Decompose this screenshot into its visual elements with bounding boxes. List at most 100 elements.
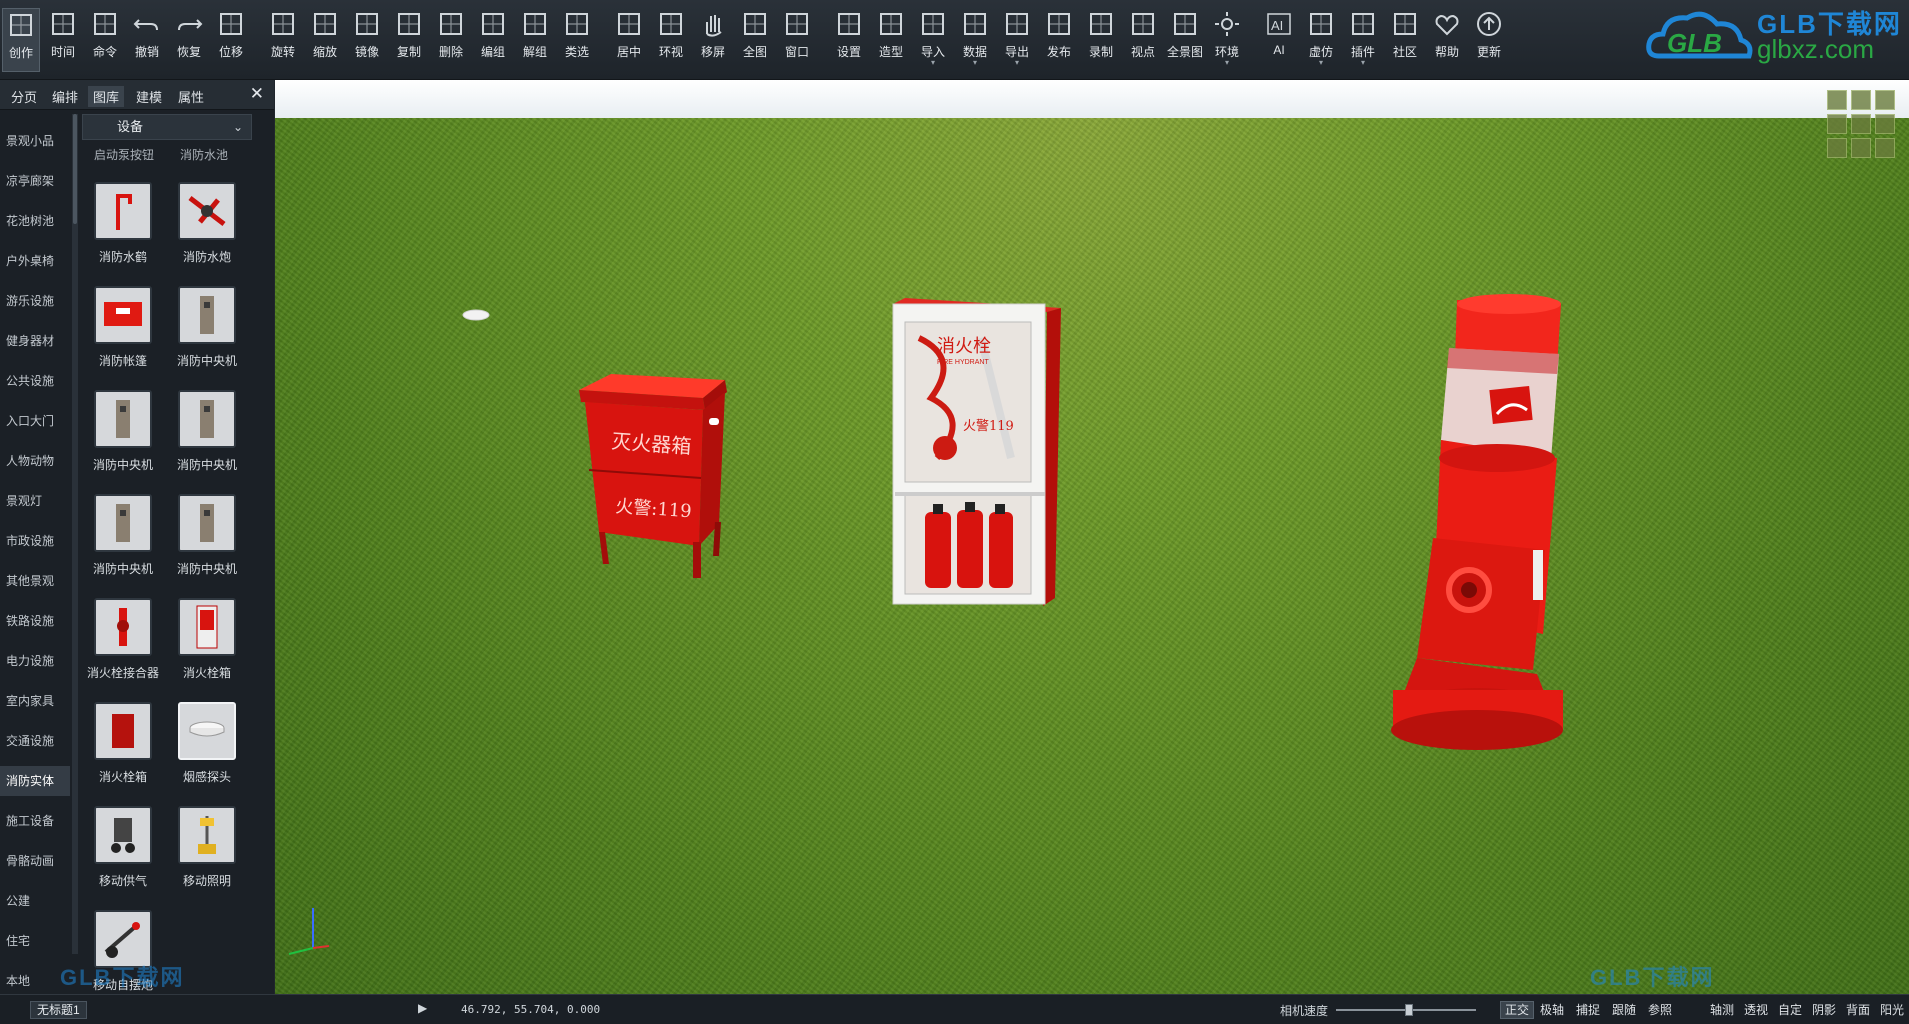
category-item[interactable]: 公共设施 — [0, 366, 70, 396]
toolbar-full-button[interactable]: 全图 — [736, 8, 774, 72]
model-item[interactable]: 消防水炮 — [164, 182, 244, 282]
category-item[interactable]: 凉亭廊架 — [0, 166, 70, 196]
view-top-right-icon[interactable] — [1875, 90, 1895, 110]
category-item[interactable]: 市政设施 — [0, 526, 70, 556]
toolbar-ungroup-button[interactable]: 解组 — [516, 8, 554, 72]
status-toggle-button[interactable]: 参照 — [1644, 1001, 1676, 1019]
tab-pages[interactable]: 分页 — [6, 86, 42, 107]
toolbar-viewpoint-button[interactable]: 视点 — [1124, 8, 1162, 72]
status-toggle-button[interactable]: 捕捉 — [1572, 1001, 1604, 1019]
category-item[interactable]: 户外桌椅 — [0, 246, 70, 276]
view-bottom-right-icon[interactable] — [1875, 138, 1895, 158]
category-item[interactable]: 景观小品 — [0, 126, 70, 156]
toolbar-orbit-button[interactable]: 环视 — [652, 8, 690, 72]
toolbar-settings-button[interactable]: 设置 — [830, 8, 868, 72]
toolbar-rotate-button[interactable]: 旋转 — [264, 8, 302, 72]
category-item[interactable]: 施工设备 — [0, 806, 70, 836]
category-item[interactable]: 交通设施 — [0, 726, 70, 756]
toolbar-select-type-button[interactable]: 类选 — [558, 8, 596, 72]
category-item[interactable]: 住宅 — [0, 926, 70, 956]
toolbar-shape-button[interactable]: 造型 — [872, 8, 910, 72]
model-item[interactable]: 移动供气 — [80, 806, 160, 906]
toolbar-pan-button[interactable]: 移屏 — [694, 8, 732, 72]
model-item[interactable]: 消防中央机 — [164, 494, 244, 594]
category-item[interactable]: 花池树池 — [0, 206, 70, 236]
model-item[interactable]: 移动照明 — [164, 806, 244, 906]
toolbar-undo-button[interactable]: 撤销 — [128, 8, 166, 72]
category-item[interactable]: 入口大门 — [0, 406, 70, 436]
status-toggle-button[interactable]: 透视 — [1740, 1001, 1772, 1019]
toolbar-plugin-button[interactable]: 插件 ▾ — [1344, 8, 1382, 72]
tab-modeling[interactable]: 建模 — [131, 86, 167, 107]
status-toggle-button[interactable]: 极轴 — [1536, 1001, 1568, 1019]
view-left-icon[interactable] — [1827, 114, 1847, 134]
3d-viewport[interactable]: 灭火器箱 火警:119 消火栓 FIRE HYDRANT 火警119 — [275, 80, 1909, 994]
status-toggle-button[interactable]: 阳光 — [1876, 1001, 1908, 1019]
model-item[interactable]: 消火栓箱 — [80, 702, 160, 802]
toolbar-create-button[interactable]: 创作 — [2, 8, 40, 72]
extinguisher-box-model[interactable]: 灭火器箱 火警:119 — [575, 372, 745, 592]
view-front-icon[interactable] — [1851, 114, 1871, 134]
status-toggle-button[interactable]: 正交 — [1500, 1001, 1535, 1019]
model-item[interactable]: 消防中央机 — [164, 286, 244, 386]
toolbar-center-button[interactable]: 居中 — [610, 8, 648, 72]
category-item[interactable]: 消防实体 — [0, 766, 70, 796]
toolbar-data-button[interactable]: 数据 ▾ — [956, 8, 994, 72]
toolbar-window-button[interactable]: 窗口 — [778, 8, 816, 72]
status-toggle-button[interactable]: 跟随 — [1608, 1001, 1640, 1019]
view-bottom-left-icon[interactable] — [1827, 138, 1847, 158]
tab-properties[interactable]: 属性 — [173, 86, 209, 107]
model-item[interactable]: 消防中央机 — [80, 494, 160, 594]
toolbar-panorama-button[interactable]: 全景图 — [1166, 8, 1204, 72]
toolbar-timeline-button[interactable]: 时间 — [44, 8, 82, 72]
category-item[interactable]: 公建 — [0, 886, 70, 916]
model-item[interactable]: 消防中央机 — [164, 390, 244, 490]
view-bottom-icon[interactable] — [1851, 138, 1871, 158]
status-toggle-button[interactable]: 背面 — [1842, 1001, 1874, 1019]
toolbar-import-button[interactable]: 导入 ▾ — [914, 8, 952, 72]
close-icon[interactable]: ✕ — [250, 84, 264, 104]
play-icon[interactable]: ▶ — [418, 1001, 427, 1015]
toolbar-copy-button[interactable]: 复制 — [390, 8, 428, 72]
category-item[interactable]: 电力设施 — [0, 646, 70, 676]
model-item[interactable]: 消火栓接合器 — [80, 598, 160, 698]
model-item[interactable]: 消火栓箱 — [164, 598, 244, 698]
scrollbar-thumb[interactable] — [73, 114, 77, 224]
category-scrollbar[interactable] — [72, 114, 78, 954]
category-item[interactable]: 游乐设施 — [0, 286, 70, 316]
fire-hydrant-column-model[interactable] — [1373, 290, 1603, 810]
toolbar-community-button[interactable]: 社区 — [1386, 8, 1424, 72]
view-right-icon[interactable] — [1875, 114, 1895, 134]
toolbar-group-button[interactable]: 编组 — [474, 8, 512, 72]
subcategory-dropdown[interactable]: 设备 ⌄ — [82, 114, 252, 140]
toolbar-environment-button[interactable]: 环境 ▾ — [1208, 8, 1246, 72]
toolbar-mirror-button[interactable]: 镜像 — [348, 8, 386, 72]
toolbar-ai-button[interactable]: AI AI — [1260, 8, 1298, 72]
toolbar-update-button[interactable]: 更新 — [1470, 8, 1508, 72]
model-item[interactable]: 消防中央机 — [80, 390, 160, 490]
category-item[interactable]: 景观灯 — [0, 486, 70, 516]
toolbar-command-button[interactable]: 命令 — [86, 8, 124, 72]
toolbar-redo-button[interactable]: 恢复 — [170, 8, 208, 72]
document-tab[interactable]: 无标题1 — [30, 1001, 87, 1019]
toolbar-help-button[interactable]: 帮助 — [1428, 8, 1466, 72]
toolbar-publish-button[interactable]: 发布 — [1040, 8, 1078, 72]
toolbar-record-button[interactable]: 录制 — [1082, 8, 1120, 72]
category-item[interactable]: 其他景观 — [0, 566, 70, 596]
status-toggle-button[interactable]: 阴影 — [1808, 1001, 1840, 1019]
tab-library[interactable]: 图库 — [88, 86, 125, 107]
camera-speed-slider[interactable] — [1336, 1004, 1476, 1016]
category-item[interactable]: 铁路设施 — [0, 606, 70, 636]
slider-knob[interactable] — [1404, 1004, 1413, 1016]
model-item[interactable]: 消防水鹤 — [80, 182, 160, 282]
model-item[interactable]: 消防帐篷 — [80, 286, 160, 386]
toolbar-scale-button[interactable]: 缩放 — [306, 8, 344, 72]
tab-arrange[interactable]: 编排 — [47, 86, 83, 107]
toolbar-export-button[interactable]: 导出 ▾ — [998, 8, 1036, 72]
toolbar-simulation-button[interactable]: 虚仿 ▾ — [1302, 8, 1340, 72]
toolbar-move-button[interactable]: 位移 — [212, 8, 250, 72]
category-item[interactable]: 室内家具 — [0, 686, 70, 716]
model-item[interactable]: 烟感探头 — [164, 702, 244, 802]
category-item[interactable]: 健身器材 — [0, 326, 70, 356]
toolbar-delete-button[interactable]: 删除 — [432, 8, 470, 72]
